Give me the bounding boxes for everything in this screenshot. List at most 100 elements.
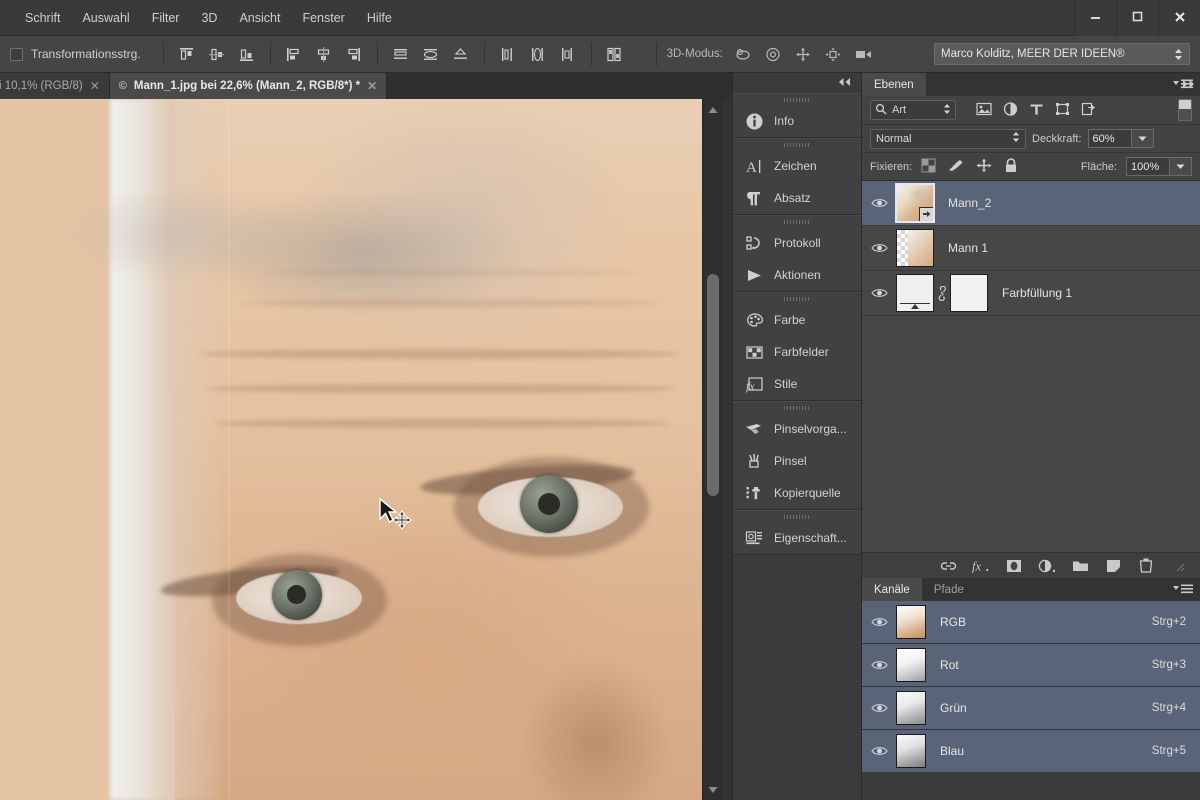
scroll-down-arrow-icon[interactable] (708, 782, 718, 796)
dock-item-absatz[interactable]: Absatz (733, 182, 861, 214)
layer-visibility-toggle[interactable] (862, 197, 896, 209)
channel-visibility-toggle[interactable] (862, 702, 896, 714)
close-button[interactable] (1158, 0, 1200, 36)
document-image[interactable] (0, 99, 712, 800)
dock-grip[interactable] (733, 216, 861, 227)
panel-resize-grip-icon[interactable] (1170, 557, 1188, 575)
filter-smartobject-icon[interactable] (1081, 102, 1096, 119)
dock-grip[interactable] (733, 511, 861, 522)
distribute-horizontal-centers-icon[interactable] (525, 42, 551, 66)
distribute-bottom-edges-icon[interactable] (448, 42, 474, 66)
new-layer-icon[interactable] (1104, 557, 1122, 575)
filter-pixel-icon[interactable] (976, 102, 992, 119)
link-layers-icon[interactable] (939, 557, 957, 575)
tab-pfade[interactable]: Pfade (921, 578, 976, 601)
layer-name[interactable]: Mann_2 (948, 196, 991, 210)
align-bottom-edges-icon[interactable] (234, 42, 260, 66)
channel-visibility-toggle[interactable] (862, 616, 896, 628)
dock-grip[interactable] (733, 402, 861, 413)
layer-visibility-toggle[interactable] (862, 287, 896, 299)
layer-style-fx-icon[interactable]: fx (972, 557, 990, 575)
dock-item-farbfelder[interactable]: Farbfelder (733, 336, 861, 368)
channel-thumbnail[interactable] (896, 691, 926, 725)
workspace-dropdown[interactable]: Marco Kolditz, MEER DER IDEEN® (934, 43, 1190, 65)
channels-panel-menu-button[interactable] (1172, 582, 1194, 599)
dock-collapse-button[interactable] (733, 73, 861, 93)
align-top-edges-icon[interactable] (174, 42, 200, 66)
dock-item-farbe[interactable]: Farbe (733, 304, 861, 336)
canvas-area[interactable] (0, 99, 732, 800)
dock-item-pinselvorgaben[interactable]: Pinselvorga... (733, 413, 861, 445)
opacity-slider-button[interactable] (1131, 129, 1154, 148)
scroll-up-arrow-icon[interactable] (708, 103, 718, 117)
layer-filter-kind-select[interactable]: Art (870, 100, 956, 120)
dock-item-pinsel[interactable]: Pinsel (733, 445, 861, 477)
fill-input[interactable]: 100% (1126, 157, 1170, 176)
menu-item-hilfe[interactable]: Hilfe (356, 5, 403, 31)
close-icon[interactable]: ✕ (367, 79, 377, 93)
table-row[interactable]: Mann 1 (862, 226, 1200, 271)
layer-thumbnail[interactable] (896, 229, 934, 267)
layer-name[interactable]: Farbfüllung 1 (1002, 286, 1072, 300)
dock-grip[interactable] (733, 293, 861, 304)
pan-3d-icon[interactable] (791, 42, 817, 66)
menu-item-auswahl[interactable]: Auswahl (71, 5, 140, 31)
menu-item-ansicht[interactable]: Ansicht (228, 5, 291, 31)
channel-thumbnail[interactable] (896, 605, 926, 639)
add-layer-mask-icon[interactable] (1005, 557, 1023, 575)
menu-item-3d[interactable]: 3D (190, 5, 228, 31)
roll-3d-icon[interactable] (761, 42, 787, 66)
slide-3d-icon[interactable] (821, 42, 847, 66)
distribute-vertical-centers-icon[interactable] (418, 42, 444, 66)
dock-item-eigenschaften[interactable]: Eigenschaft... (733, 522, 861, 554)
new-adjustment-layer-icon[interactable] (1038, 557, 1056, 575)
document-tab-active[interactable]: © Mann_1.jpg bei 22,6% (Mann_2, RGB/8*) … (109, 73, 388, 99)
filter-shape-icon[interactable] (1055, 102, 1070, 119)
maximize-button[interactable] (1116, 0, 1158, 36)
menu-item-fenster[interactable]: Fenster (291, 5, 355, 31)
align-right-edges-icon[interactable] (341, 42, 367, 66)
table-row[interactable]: Blau Strg+5 (862, 730, 1200, 773)
layer-thumbnail[interactable] (896, 274, 934, 312)
layer-mask-thumbnail[interactable] (950, 274, 988, 312)
layer-thumbnail[interactable] (895, 183, 935, 223)
dock-grip[interactable] (733, 94, 861, 105)
lock-image-pixels-icon[interactable] (948, 158, 964, 176)
opacity-input[interactable]: 60% (1087, 129, 1132, 148)
filter-type-icon[interactable] (1029, 102, 1044, 119)
table-row[interactable]: Rot Strg+3 (862, 644, 1200, 687)
table-row[interactable]: RGB Strg+2 (862, 601, 1200, 644)
layer-filter-toggle[interactable] (1178, 99, 1192, 121)
filter-adjustment-icon[interactable] (1003, 101, 1018, 119)
channel-thumbnail[interactable] (896, 734, 926, 768)
collapse-arrows-icon[interactable] (837, 76, 853, 90)
channel-thumbnail[interactable] (896, 648, 926, 682)
menu-item-filter[interactable]: Filter (141, 5, 191, 31)
dock-item-stile[interactable]: fx Stile (733, 368, 861, 400)
fill-slider-button[interactable] (1170, 157, 1192, 176)
tab-kanaele[interactable]: Kanäle (862, 578, 922, 601)
dock-item-protokoll[interactable]: Protokoll (733, 227, 861, 259)
table-row[interactable]: Mann_2 (862, 181, 1200, 226)
layer-name[interactable]: Mann 1 (948, 241, 988, 255)
blend-mode-select[interactable]: Normal (870, 128, 1026, 149)
lock-all-icon[interactable] (1004, 157, 1018, 176)
distribute-left-edges-icon[interactable] (495, 42, 521, 66)
document-tab-inactive[interactable]: i 10,1% (RGB/8) ✕ (0, 73, 110, 99)
dock-item-kopierquelle[interactable]: Kopierquelle (733, 477, 861, 509)
menu-item-schrift[interactable]: Schrift (14, 5, 71, 31)
close-icon[interactable]: ✕ (90, 79, 100, 93)
transform-controls-checkbox[interactable] (10, 47, 23, 61)
distribute-top-edges-icon[interactable] (388, 42, 414, 66)
scrollbar-thumb[interactable] (707, 274, 719, 496)
auto-align-layers-icon[interactable] (602, 42, 628, 66)
rotate-3d-icon[interactable] (731, 42, 757, 66)
layer-mask-link-icon[interactable] (934, 285, 950, 301)
channel-visibility-toggle[interactable] (862, 745, 896, 757)
lock-transparent-pixels-icon[interactable] (921, 158, 936, 176)
table-row[interactable]: Farbfüllung 1 (862, 271, 1200, 316)
align-vertical-centers-icon[interactable] (204, 42, 230, 66)
layer-visibility-toggle[interactable] (862, 242, 896, 254)
scale-3d-icon[interactable] (851, 42, 877, 66)
align-horizontal-centers-icon[interactable] (311, 42, 337, 66)
